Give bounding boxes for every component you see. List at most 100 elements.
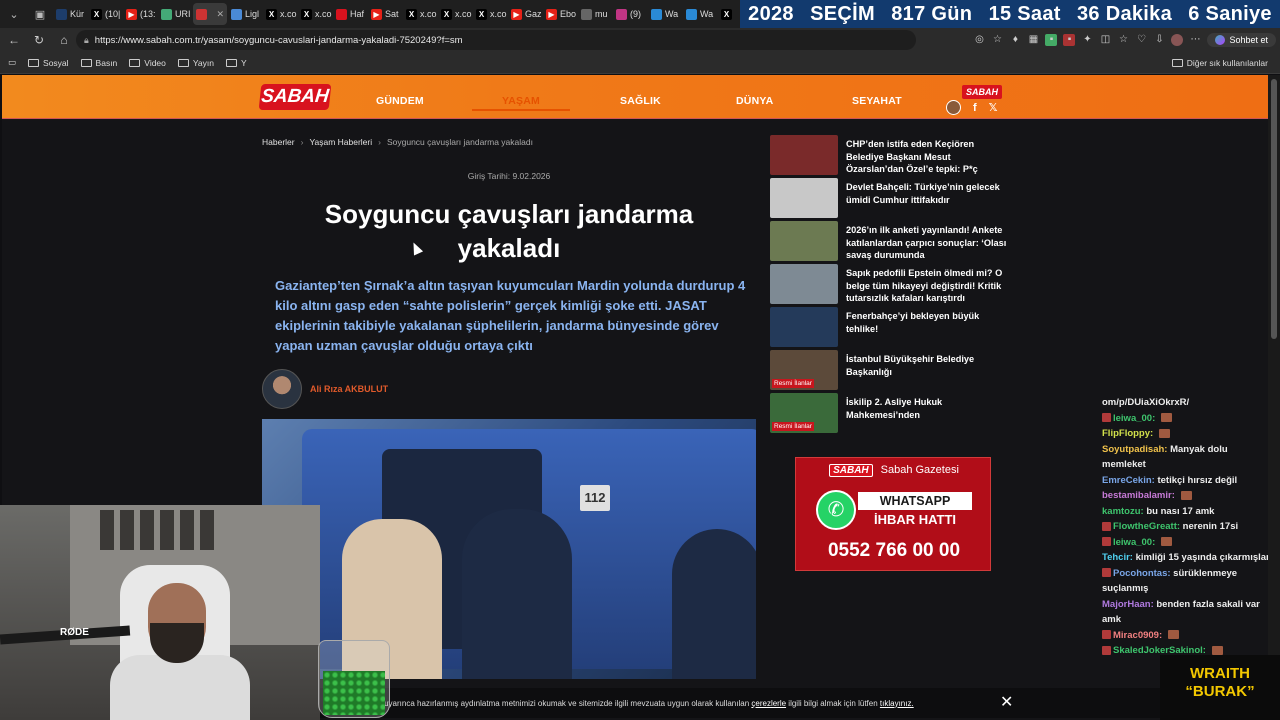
tab-list-icon[interactable]: ⌄	[2, 2, 26, 26]
chat-username[interactable]: Tehcir:	[1102, 552, 1133, 563]
profile-avatar[interactable]	[1171, 34, 1184, 46]
reader-icon[interactable]: ◎	[973, 34, 985, 46]
browser-tab[interactable]: Xx.co	[263, 3, 297, 25]
split-screen-icon[interactable]: ◫	[1099, 34, 1111, 46]
bookmark-folder[interactable]: Y	[226, 58, 247, 68]
collections-icon[interactable]: ♡	[1135, 34, 1147, 46]
author-avatar[interactable]	[262, 369, 302, 409]
browser-tab[interactable]: X (10|	[88, 3, 122, 25]
browser-tab[interactable]: Kür	[53, 3, 87, 25]
refresh-icon[interactable]: ↻	[28, 33, 50, 47]
browser-tab[interactable]: Ligl	[228, 3, 262, 25]
browser-tab[interactable]: ✕	[193, 3, 227, 25]
user-avatar[interactable]	[946, 100, 961, 115]
browser-tab[interactable]: Xx.co	[473, 3, 507, 25]
browser-tab[interactable]: ▶ Ebo	[543, 3, 577, 25]
extension-icon[interactable]: ▪	[1045, 34, 1058, 46]
browser-tab[interactable]: Wa	[683, 3, 717, 25]
news-thumbnail[interactable]	[770, 307, 838, 347]
workspaces-icon[interactable]: ▣	[28, 2, 52, 26]
favorite-star-icon[interactable]: ☆	[991, 34, 1003, 46]
mini-logo[interactable]: SABAH	[962, 85, 1002, 99]
cookie-link[interactable]: tıklayınız.	[880, 699, 914, 708]
news-headline[interactable]: Fenerbahçe’yi bekleyen büyük tehlike!	[846, 307, 1010, 350]
sidebar-news-item[interactable]: Resmi İlanlar İskilip 2. Asliye Hukuk Mah…	[770, 393, 1010, 436]
copilot-chat-button[interactable]: Sohbet et	[1207, 33, 1276, 47]
chat-username[interactable]: kamtozu:	[1102, 506, 1144, 517]
sidebar-news-item[interactable]: CHP’den istifa eden Keçiören Belediye Ba…	[770, 135, 1010, 178]
bookmark-folder[interactable]: Yayın	[177, 58, 214, 68]
bookmark-folder[interactable]: Sosyal	[28, 58, 69, 68]
close-icon[interactable]: ✕	[1000, 692, 1013, 712]
other-favorites[interactable]: Diğer sık kullanılanlar	[1171, 58, 1268, 68]
news-thumbnail[interactable]: Resmi İlanlar	[770, 393, 838, 433]
news-thumbnail[interactable]	[770, 264, 838, 304]
site-logo[interactable]: SABAH	[258, 84, 332, 110]
news-thumbnail[interactable]: Resmi İlanlar	[770, 350, 838, 390]
back-icon[interactable]: ←	[3, 33, 25, 47]
author-name[interactable]: Ali Rıza AKBULUT	[310, 384, 388, 394]
browser-tab[interactable]: URI	[158, 3, 192, 25]
favorites-icon[interactable]: ☆	[1117, 34, 1129, 46]
sidebar-news-item[interactable]: Devlet Bahçeli: Türkiye’nin gelecek ümid…	[770, 178, 1010, 221]
news-headline[interactable]: Devlet Bahçeli: Türkiye’nin gelecek ümid…	[846, 178, 1010, 221]
breadcrumb-item[interactable]: Yaşam Haberleri	[309, 137, 372, 147]
browser-tab[interactable]: Xx.co	[438, 3, 472, 25]
sidebar-news-item[interactable]: Resmi İlanlar İstanbul Büyükşehir Belediy…	[770, 350, 1010, 393]
chat-username[interactable]: Soyutpadisah:	[1102, 444, 1167, 455]
notification-icon[interactable]: ♦	[1009, 34, 1021, 46]
close-tab-icon[interactable]: ✕	[216, 9, 224, 20]
cookie-link[interactable]: çerezlerle	[751, 699, 786, 708]
scrollbar-thumb[interactable]	[1271, 79, 1277, 339]
news-thumbnail[interactable]	[770, 135, 838, 175]
url-field[interactable]: 🔒︎ https://www.sabah.com.tr/yasam/soygun…	[76, 30, 916, 50]
news-thumbnail[interactable]	[770, 221, 838, 261]
browser-tab[interactable]: ▶ Sat	[368, 3, 402, 25]
browser-tab[interactable]: Xx.co	[403, 3, 437, 25]
sidebar-news-item[interactable]: Fenerbahçe’yi bekleyen büyük tehlike!	[770, 307, 1010, 350]
browser-tab[interactable]: mu	[578, 3, 612, 25]
extension-icon[interactable]: ▪	[1063, 34, 1076, 46]
nav-saglik[interactable]: SAĞLIK	[620, 95, 661, 107]
chat-username[interactable]: leiwa_00:	[1113, 413, 1155, 424]
home-icon[interactable]: ⌂	[53, 33, 75, 47]
chat-username[interactable]: bestamibalamir:	[1102, 490, 1175, 501]
nav-yasam[interactable]: YAŞAM	[472, 95, 570, 111]
browser-tab[interactable]: Xx.co	[298, 3, 332, 25]
nav-gundem[interactable]: GÜNDEM	[376, 95, 424, 107]
news-headline[interactable]: İskilip 2. Asliye Hukuk Mahkemesi’nden	[846, 393, 1010, 436]
nav-seyahat[interactable]: SEYAHAT	[852, 95, 902, 107]
page-scrollbar[interactable]	[1268, 75, 1280, 720]
facebook-icon[interactable]: f	[973, 102, 977, 114]
chat-username[interactable]: Mirac0909:	[1113, 630, 1162, 641]
bookmark-folder[interactable]: Basın	[80, 58, 117, 68]
browser-tab[interactable]: ▶ (13:	[123, 3, 157, 25]
chat-username[interactable]: EmreCekin:	[1102, 475, 1155, 486]
chat-username[interactable]: MajorHaan:	[1102, 599, 1154, 610]
downloads-icon[interactable]: ⇩	[1153, 34, 1165, 46]
browser-tab[interactable]: ▶ Gaz	[508, 3, 542, 25]
news-headline[interactable]: Sapık pedofili Epstein ölmedi mi? O belg…	[846, 264, 1010, 307]
sidebar-news-item[interactable]: Sapık pedofili Epstein ölmedi mi? O belg…	[770, 264, 1010, 307]
bookmark-folder[interactable]: Video	[129, 58, 166, 68]
more-icon[interactable]: ⋯	[1189, 34, 1201, 46]
lock-icon[interactable]: 🔒︎	[84, 35, 89, 46]
browser-tab[interactable]: (9)	[613, 3, 647, 25]
sidebar-toggle-icon[interactable]: ▭	[8, 57, 16, 68]
news-headline[interactable]: İstanbul Büyükşehir Belediye Başkanlığı	[846, 350, 1010, 393]
whatsapp-ad[interactable]: SABAH Sabah Gazetesi ✆ WHATSAPP İHBAR HA…	[795, 457, 991, 571]
browser-tab[interactable]: Wa	[648, 3, 682, 25]
chat-username[interactable]: Pocohontas:	[1113, 568, 1171, 579]
news-headline[interactable]: CHP’den istifa eden Keçiören Belediye Ba…	[846, 135, 1010, 178]
puzzle-icon[interactable]: ✦	[1081, 34, 1093, 46]
breadcrumb-item[interactable]: Haberler	[262, 137, 295, 147]
chat-username[interactable]: leiwa_00:	[1113, 537, 1155, 548]
chat-username[interactable]: FlipFloppy:	[1102, 428, 1153, 439]
news-thumbnail[interactable]	[770, 178, 838, 218]
sidebar-news-item[interactable]: 2026’ın ilk anketi yayınlandı! Ankete ka…	[770, 221, 1010, 264]
news-headline[interactable]: 2026’ın ilk anketi yayınlandı! Ankete ka…	[846, 221, 1010, 264]
nav-dunya[interactable]: DÜNYA	[736, 95, 773, 107]
x-twitter-icon[interactable]: 𝕏	[989, 101, 998, 114]
chat-username[interactable]: FlowtheGreatt:	[1113, 521, 1180, 532]
browser-tab[interactable]: Haf	[333, 3, 367, 25]
